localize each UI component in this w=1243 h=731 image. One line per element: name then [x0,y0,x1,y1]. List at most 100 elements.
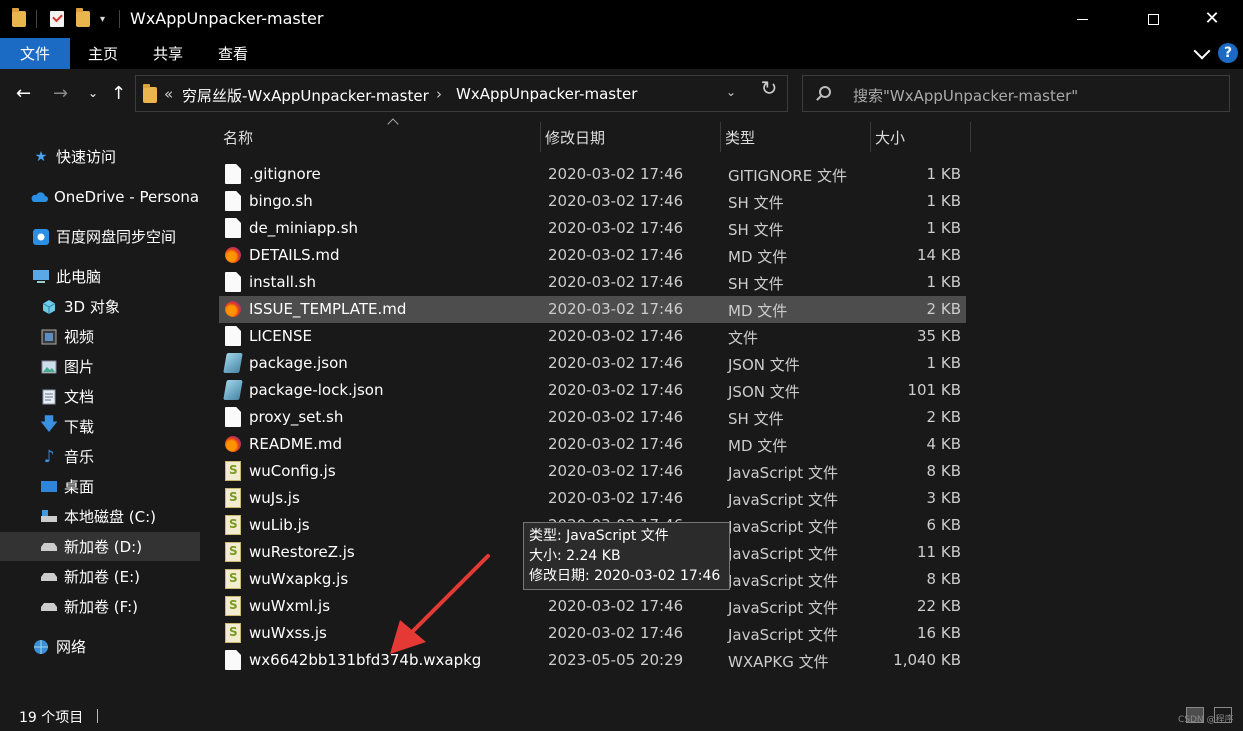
file-name: install.sh [249,273,316,291]
sidebar-item-drive-c[interactable]: 本地磁盘 (C:) [0,502,200,531]
refresh-icon[interactable]: ↻ [752,74,786,102]
file-size: 35 KB [917,327,961,345]
baidu-icon [32,228,50,246]
breadcrumb-item[interactable]: 穷屌丝版-WxAppUnpacker-master [182,85,429,106]
back-arrow-icon[interactable]: ← [16,85,31,103]
file-row[interactable]: ISSUE_TEMPLATE.md 2020-03-02 17:46 MD 文件 2 … [219,296,966,323]
tab-view[interactable]: 查看 [207,38,259,69]
file-icon [225,272,241,292]
new-folder-icon[interactable] [76,8,90,29]
file-size: 1,040 KB [893,651,961,669]
file-row[interactable]: wuConfig.js 2020-03-02 17:46 JavaScript 文件… [219,458,966,485]
file-date: 2020-03-02 17:46 [548,381,684,399]
file-type: JavaScript 文件 [728,545,838,563]
sidebar-item-music[interactable]: ♪ 音乐 [0,442,200,471]
file-row[interactable]: DETAILS.md 2020-03-02 17:46 MD 文件 14 KB [219,242,966,269]
file-date: 2020-03-02 17:46 [548,300,684,318]
file-row[interactable]: bingo.sh 2020-03-02 17:46 SH 文件 1 KB [219,188,966,215]
recent-locations-chevron-icon[interactable]: ⌄ [88,87,98,99]
customize-quick-access-chevron-icon[interactable]: ▾ [100,9,105,29]
sidebar-item-documents[interactable]: 文档 [0,382,200,411]
sidebar-item-videos[interactable]: 视频 [0,322,200,351]
sidebar-item-desktop[interactable]: 桌面 [0,472,200,501]
file-size: 14 KB [917,246,961,264]
javascript-file-icon [225,596,241,616]
file-date: 2020-03-02 17:46 [548,327,684,345]
sidebar-item-network[interactable]: 网络 [0,632,200,661]
sidebar-item-drive-f[interactable]: 新加卷 (F:) [0,592,200,621]
maximize-button[interactable] [1130,0,1176,38]
file-row[interactable]: package-lock.json 2020-03-02 17:46 JSON 文件… [219,377,966,404]
sidebar-item-3d-objects[interactable]: 3D 对象 [0,292,200,321]
file-row[interactable]: LICENSE 2020-03-02 17:46 文件 35 KB [219,323,966,350]
close-icon: ✕ [1204,8,1220,29]
file-date: 2020-03-02 17:46 [548,408,684,426]
drive-icon [40,538,58,556]
tab-share[interactable]: 共享 [142,38,194,69]
file-row[interactable]: wuJs.js 2020-03-02 17:46 JavaScript 文件 3 KB [219,485,966,512]
help-icon[interactable]: ? [1218,43,1238,63]
item-count: 19 个项目 [19,710,84,726]
file-type: GITIGNORE 文件 [728,167,847,185]
file-row[interactable]: install.sh 2020-03-02 17:46 SH 文件 1 KB [219,269,966,296]
file-date: 2020-03-02 17:46 [548,435,684,453]
file-row[interactable]: wuWxss.js 2020-03-02 17:46 JavaScript 文件 16… [219,620,966,647]
sidebar-item-pictures[interactable]: 图片 [0,352,200,381]
column-header-type[interactable]: 类型 [721,122,871,152]
json-file-icon [223,380,243,400]
forward-arrow-icon[interactable]: → [53,85,68,103]
file-row[interactable]: proxy_set.sh 2020-03-02 17:46 SH 文件 2 KB [219,404,966,431]
file-row[interactable]: wx6642bb131bfd374b.wxapkg 2023-05-05 20:2… [219,647,966,674]
sidebar-item-downloads[interactable]: 🡇 下载 [0,412,200,441]
sidebar-item-onedrive[interactable]: OneDrive - Persona [0,182,200,211]
sidebar-item-drive-e[interactable]: 新加卷 (E:) [0,562,200,591]
file-name: LICENSE [249,327,312,345]
file-row[interactable]: de_miniapp.sh 2020-03-02 17:46 SH 文件 1 KB [219,215,966,242]
breadcrumb-overflow[interactable]: « [164,85,173,103]
sidebar-item-drive-d[interactable]: 新加卷 (D:) [0,532,200,561]
tab-home[interactable]: 主页 [77,38,129,69]
properties-icon[interactable] [50,9,64,29]
file-type: SH 文件 [728,221,784,239]
file-size: 16 KB [917,624,961,642]
tab-file[interactable]: 文件 [0,38,70,69]
javascript-file-icon [225,488,241,508]
firefox-icon [225,436,241,452]
file-type: JavaScript 文件 [728,491,838,509]
file-size: 11 KB [917,543,961,561]
breadcrumb-separator[interactable]: › [436,85,442,103]
column-header-size[interactable]: 大小 [871,122,971,152]
file-type: SH 文件 [728,275,784,293]
picture-icon [40,358,58,376]
sidebar-item-quick-access[interactable]: ★ 快速访问 [0,142,200,171]
file-name: proxy_set.sh [249,408,344,426]
file-row[interactable]: README.md 2020-03-02 17:46 MD 文件 4 KB [219,431,966,458]
file-name: de_miniapp.sh [249,219,359,237]
close-button[interactable]: ✕ [1189,0,1235,38]
address-dropdown-chevron-icon[interactable]: ⌄ [726,85,736,99]
column-header-name[interactable]: 名称 [219,118,541,152]
address-bar[interactable]: « 穷屌丝版-WxAppUnpacker-master › WxAppUnpac… [135,75,788,112]
navigation-bar: ← → ⌄ ↑ « 穷屌丝版-WxAppUnpacker-master › Wx… [0,69,1243,120]
file-name: .gitignore [249,165,321,183]
up-arrow-icon[interactable]: ↑ [111,85,126,103]
file-name: wuConfig.js [249,462,336,480]
file-date: 2020-03-02 17:46 [548,165,684,183]
status-divider [97,709,98,723]
file-size: 6 KB [926,516,961,534]
file-size: 1 KB [926,219,961,237]
search-input[interactable]: 搜索"WxAppUnpacker-master" [802,75,1230,112]
column-header-date[interactable]: 修改日期 [541,122,721,152]
sidebar-item-this-pc[interactable]: 此电脑 [0,262,200,291]
file-type: JSON 文件 [728,383,800,401]
file-row[interactable]: wuWxml.js 2020-03-02 17:46 JavaScript 文件 22… [219,593,966,620]
file-row[interactable]: .gitignore 2020-03-02 17:46 GITIGNORE 文件 1 … [219,161,966,188]
file-row[interactable]: package.json 2020-03-02 17:46 JSON 文件 1 KB [219,350,966,377]
breadcrumb-item-current[interactable]: WxAppUnpacker-master [456,85,637,103]
expand-ribbon-chevron-icon[interactable] [1193,42,1211,60]
minimize-button[interactable] [1059,0,1105,38]
file-type: JavaScript 文件 [728,572,838,590]
javascript-file-icon [225,515,241,535]
sidebar-item-baidu-netdisk[interactable]: 百度网盘同步空间 [0,222,200,251]
toolbar-divider [36,10,37,28]
